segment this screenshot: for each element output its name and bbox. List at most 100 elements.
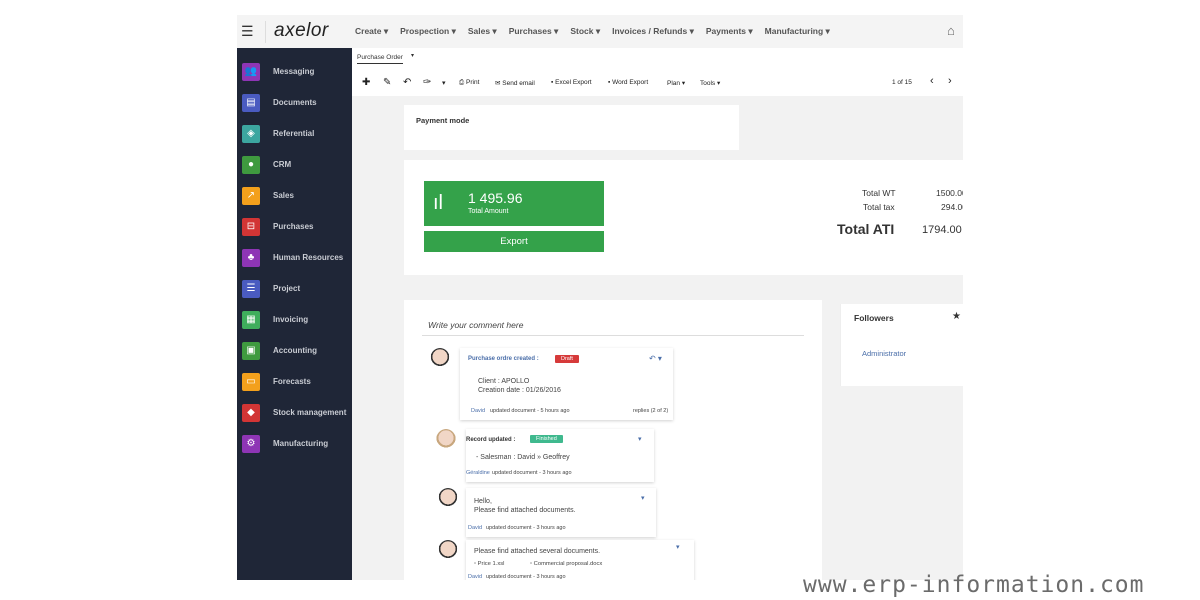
- undo-icon[interactable]: ↶: [403, 77, 411, 88]
- feed-meta: updated document - 3 hours ago: [486, 525, 566, 531]
- sidebar-item-label: Accounting: [273, 346, 317, 355]
- sidebar-item-label: Manufacturing: [273, 439, 329, 448]
- feed-item: Please find attached several documents. …: [466, 540, 694, 580]
- pager-label: 1 of 15: [892, 79, 912, 86]
- sidebar-item-label: Sales: [273, 191, 294, 200]
- menu-purchases[interactable]: Purchases ▾: [509, 26, 559, 37]
- sidebar-item-label: Messaging: [273, 67, 315, 76]
- reply-icon[interactable]: ↶ ▾: [649, 354, 662, 363]
- messages-panel: Write your comment here Purchase ordre c…: [404, 300, 822, 580]
- tab-purchase-order[interactable]: Purchase Order: [357, 54, 403, 64]
- sidebar-item-forecasts[interactable]: ▭ Forecasts: [237, 371, 352, 395]
- attachment-file[interactable]: ▫ Price 1.xsl: [474, 561, 504, 567]
- total-tax-value: 294.00: [941, 202, 963, 212]
- export-button[interactable]: Export: [424, 231, 604, 252]
- cube-icon: ◈: [242, 125, 260, 143]
- excel-export-button[interactable]: ▪ Excel Export: [551, 79, 592, 86]
- sidebar-item-project[interactable]: ☰ Project: [237, 278, 352, 302]
- prev-record-icon[interactable]: ‹: [930, 75, 934, 87]
- money-icon: ▭: [242, 373, 260, 391]
- sidebar-item-crm[interactable]: ● CRM: [237, 154, 352, 178]
- watermark: www.erp-information.com: [803, 572, 1145, 598]
- menu-stock[interactable]: Stock ▾: [570, 26, 600, 37]
- sidebar-item-label: Purchases: [273, 222, 314, 231]
- next-record-icon[interactable]: ›: [948, 75, 952, 87]
- edit-icon[interactable]: ✎: [383, 77, 391, 88]
- send-email-button[interactable]: ✉ Send email: [495, 79, 535, 87]
- print-button[interactable]: ⎙ Print: [459, 79, 479, 87]
- total-amount-tile: ıl 1 495.96 Total Amount: [424, 181, 604, 226]
- menu-payments[interactable]: Payments ▾: [706, 26, 753, 37]
- sidebar-item-accounting[interactable]: ▣ Accounting: [237, 340, 352, 364]
- menu-prospection[interactable]: Prospection ▾: [400, 26, 456, 37]
- sidebar-item-stock-management[interactable]: ◆ Stock management: [237, 402, 352, 426]
- feed-item: Hello, Please find attached documents. ▾…: [466, 488, 656, 537]
- sidebar-item-invoicing[interactable]: ▦ Invoicing: [237, 309, 352, 333]
- attachment-icon[interactable]: ✑: [423, 77, 431, 88]
- calculator-icon: ▣: [242, 342, 260, 360]
- sidebar-item-referential[interactable]: ◈ Referential: [237, 123, 352, 147]
- sidebar-item-purchases[interactable]: ⊟ Purchases: [237, 216, 352, 240]
- hamburger-icon[interactable]: ☰: [241, 23, 254, 40]
- star-icon[interactable]: ★: [952, 311, 961, 322]
- list-icon: ☰: [242, 280, 260, 298]
- sidebar-item-label: Stock management: [273, 408, 347, 417]
- sidebar-item-human-resources[interactable]: ♣ Human Resources: [237, 247, 352, 271]
- feed-line: Client : APOLLO: [478, 378, 530, 385]
- more-dropdown-icon[interactable]: ▾: [442, 79, 446, 87]
- total-tax-label: Total tax: [863, 202, 895, 212]
- sidebar-item-label: Forecasts: [273, 377, 311, 386]
- top-navbar: ☰ axelor Create ▾ Prospection ▾ Sales ▾ …: [237, 15, 963, 48]
- menu-manufacturing[interactable]: Manufacturing ▾: [765, 26, 830, 37]
- follower-link[interactable]: Administrator: [862, 349, 906, 358]
- chart-icon: ↗: [242, 187, 260, 205]
- avatar: [438, 488, 458, 510]
- total-amount-value: 1 495.96: [468, 190, 523, 206]
- status-badge: Finished: [530, 435, 563, 443]
- home-icon[interactable]: ⌂: [947, 23, 955, 38]
- sidebar-item-label: CRM: [273, 160, 292, 169]
- payment-mode-panel: Payment mode: [404, 105, 739, 150]
- sidebar-item-label: Referential: [273, 129, 315, 138]
- feed-author-link[interactable]: David: [471, 408, 485, 414]
- app-logo[interactable]: axelor: [274, 20, 329, 42]
- feed-line: - Salesman : David » Geoffrey: [476, 454, 570, 461]
- chevron-down-icon[interactable]: ▾: [676, 543, 680, 551]
- feed-author-link[interactable]: David: [468, 574, 482, 580]
- comment-input[interactable]: Write your comment here: [422, 316, 804, 336]
- feed-title: Record updated :: [466, 437, 516, 443]
- feed-author-link[interactable]: David: [468, 525, 482, 531]
- replies-count[interactable]: replies (2 of 2): [633, 408, 668, 414]
- feed-item: Record updated : Finished ▾ - Salesman :…: [466, 429, 654, 482]
- attachment-file[interactable]: ▫ Commercial proposal.docx: [530, 561, 602, 567]
- feed-meta: updated document - 5 hours ago: [490, 408, 570, 414]
- tab-menu-arrow-icon[interactable]: ▾: [411, 52, 414, 59]
- sidebar: 👥 Messaging ▤ Documents ◈ Referential ● …: [237, 48, 352, 580]
- nav-divider: [265, 21, 266, 43]
- add-icon[interactable]: ✚: [362, 77, 370, 88]
- followers-title: Followers: [854, 313, 894, 323]
- sidebar-item-messaging[interactable]: 👥 Messaging: [237, 61, 352, 85]
- menu-invoices-refunds[interactable]: Invoices / Refunds ▾: [612, 26, 694, 37]
- chevron-down-icon[interactable]: ▾: [638, 435, 642, 443]
- chevron-down-icon[interactable]: ▾: [641, 494, 645, 502]
- sidebar-item-documents[interactable]: ▤ Documents: [237, 92, 352, 116]
- person-icon: ●: [242, 156, 260, 174]
- app-window: ☰ axelor Create ▾ Prospection ▾ Sales ▾ …: [237, 15, 963, 580]
- invoice-icon: ▦: [242, 311, 260, 329]
- word-export-button[interactable]: ▪ Word Export: [608, 79, 648, 86]
- feed-author-link[interactable]: Géraldine: [466, 470, 490, 476]
- totals-panel: ıl 1 495.96 Total Amount Export Total WT…: [404, 160, 963, 275]
- payment-mode-label: Payment mode: [416, 116, 470, 125]
- plan-menu[interactable]: Plan ▾: [667, 79, 685, 87]
- menu-sales[interactable]: Sales ▾: [468, 26, 497, 37]
- sidebar-item-sales[interactable]: ↗ Sales: [237, 185, 352, 209]
- menu-create[interactable]: Create ▾: [355, 26, 388, 37]
- sidebar-item-manufacturing[interactable]: ⚙ Manufacturing: [237, 433, 352, 457]
- sidebar-item-label: Human Resources: [273, 253, 344, 262]
- tools-menu[interactable]: Tools ▾: [700, 79, 720, 87]
- feed-line: Please find attached several documents.: [474, 548, 601, 555]
- sidebar-item-label: Documents: [273, 98, 317, 107]
- org-icon: ♣: [242, 249, 260, 267]
- feed-meta: updated document - 3 hours ago: [492, 470, 572, 476]
